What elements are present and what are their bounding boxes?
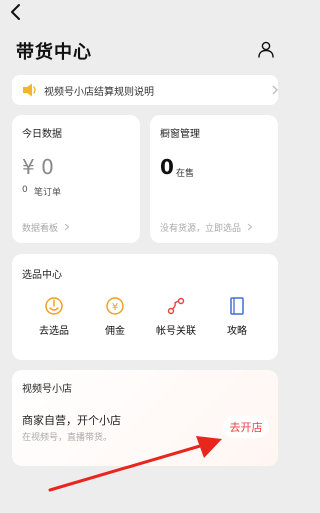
video-shop-card: 视频号小店 商家自营，开个小店 在视频号，直播带货。 去开店 [12,370,278,466]
top-bar [0,0,288,24]
settlement-rules-notice[interactable]: 视频号小店结算规则说明 [12,75,278,105]
tool-label: 帐号关联 [156,326,196,337]
select-center-card: 选品中心 去选品 ¥ 佣金 帐号关联 攻略 [12,254,278,360]
order-count-label: 笔订单 [34,188,62,198]
page-title: 带货中心 [16,42,92,63]
card-title: 视频号小店 [22,384,72,395]
card-title: 橱窗管理 [160,129,200,140]
card-title: 今日数据 [22,129,62,140]
tool-commission[interactable]: ¥ 佣金 [85,296,145,337]
speaker-icon [23,83,36,97]
window-manage-card[interactable]: 橱窗管理 0 在售 没有货源，立即选品 [150,115,278,243]
open-shop-button[interactable]: 去开店 [223,416,269,438]
today-data-card[interactable]: 今日数据 ¥ 0 0 笔订单 数据看板 [12,115,140,243]
tool-link-account[interactable]: 帐号关联 [146,296,206,337]
notice-text: 视频号小店结算规则说明 [44,87,154,98]
select-product-link[interactable]: 没有货源，立即选品 [160,221,253,234]
tool-label: 去选品 [39,326,69,337]
svg-text:¥: ¥ [112,302,118,313]
order-count: 0 [22,185,28,195]
pick-product-icon [45,297,63,315]
guide-book-icon [230,297,244,315]
chevron-right-icon [64,223,70,231]
chevron-right-icon [272,85,278,95]
tool-label: 佣金 [105,326,125,337]
shop-headline: 商家自营，开个小店 [22,414,121,427]
user-profile-icon[interactable] [257,40,275,58]
on-sale-label: 在售 [176,169,195,179]
chevron-right-icon [247,223,253,231]
data-dashboard-label: 数据看板 [22,224,59,234]
tool-label: 攻略 [227,326,247,337]
tool-pick-product[interactable]: 去选品 [24,296,84,337]
commission-icon: ¥ [106,297,124,315]
tool-row: 去选品 ¥ 佣金 帐号关联 攻略 [12,296,278,352]
back-arrow-icon[interactable] [8,2,24,22]
tool-guide[interactable]: 攻略 [207,296,267,337]
card-title: 选品中心 [22,270,62,281]
link-account-icon [167,297,185,315]
select-product-label: 没有货源，立即选品 [160,224,242,234]
on-sale-count: 0 [160,155,174,179]
revenue-amount: ¥ 0 [22,155,54,179]
data-dashboard-link[interactable]: 数据看板 [22,221,70,234]
shop-subtext: 在视频号，直播带货。 [22,433,113,443]
